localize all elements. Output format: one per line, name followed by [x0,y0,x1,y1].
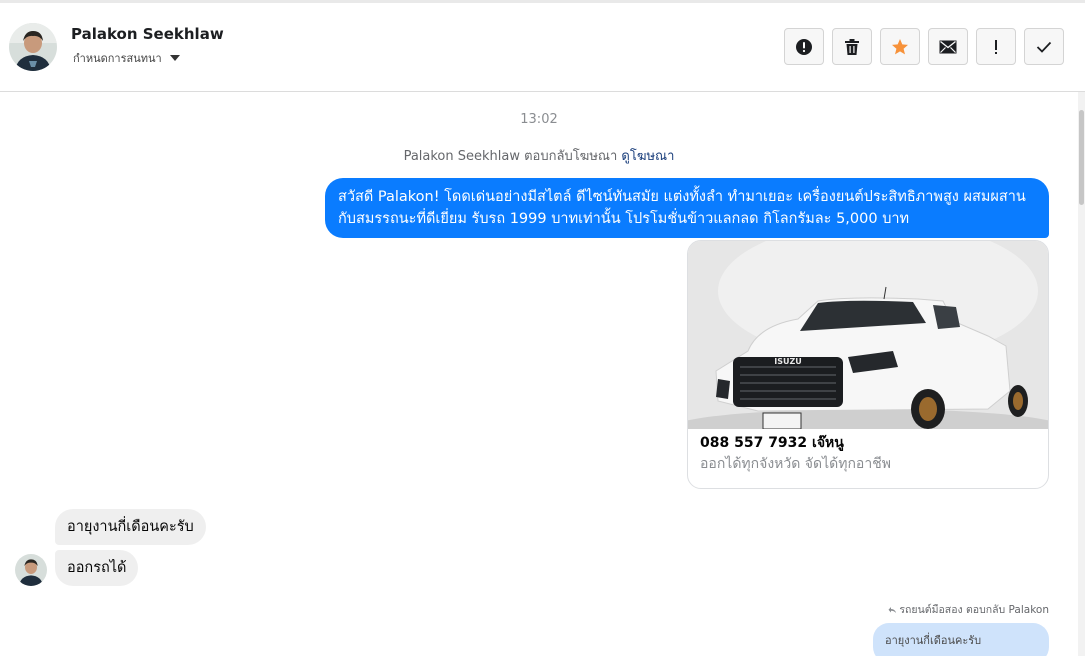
star-icon [892,38,908,54]
alert-circle-icon [796,38,812,55]
assign-conversation-dropdown[interactable]: กำหนดการสนทนา [73,49,180,67]
reply-arrow-icon [888,606,897,613]
quoted-reply: อายุงานกี่เดือนคะรับ [873,623,1049,656]
ad-reply-text: Palakon Seekhlaw ตอบกลับโฆษณา [403,149,618,164]
incoming-message: ออกรถได้ [55,550,139,586]
ad-card[interactable]: ISUZU 088 557 7932 เจ๊หนู ออกได้ทุกจังหว… [687,240,1049,489]
envelope-icon [939,40,957,53]
ad-reply-notice: Palakon Seekhlaw ตอบกลับโฆษณา ดูโฆษณา [0,145,1078,166]
assign-label: กำหนดการสนทนา [73,52,162,65]
ad-image-pickup-truck: ISUZU [688,241,1048,449]
view-ad-link[interactable]: ดูโฆษณา [621,149,674,164]
checkmark-icon [1036,41,1052,53]
action-toolbar [784,28,1064,65]
reply-note-text: รถยนต์มือสอง ตอบกลับ Palakon [899,604,1049,616]
outgoing-message: สวัสดี Palakon! โดดเด่นอย่างมีสไตล์ ดีไซ… [325,178,1049,238]
report-spam-button[interactable] [784,28,824,65]
scrollbar-thumb[interactable] [1079,110,1084,205]
avatar[interactable] [9,23,57,71]
conversation-header: Palakon Seekhlaw กำหนดการสนทนา [0,3,1085,92]
sender-avatar[interactable] [15,554,47,586]
follow-up-button[interactable] [976,28,1016,65]
star-button[interactable] [880,28,920,65]
mark-done-button[interactable] [1024,28,1064,65]
delete-button[interactable] [832,28,872,65]
incoming-message: อายุงานกี่เดือนคะรับ [55,509,206,545]
reply-context-note: รถยนต์มือสอง ตอบกลับ Palakon [888,601,1049,618]
message-timestamp: 13:02 [520,112,558,127]
ad-subtitle: ออกได้ทุกจังหวัด จัดได้ทุกอาชีพ [700,456,891,472]
contact-name: Palakon Seekhlaw [71,25,224,43]
caret-down-icon [169,55,180,61]
message-thread: 13:02 Palakon Seekhlaw ตอบกลับโฆษณา ดูโฆ… [0,92,1078,656]
isuzu-logo: ISUZU [774,357,802,366]
chat-scrollbar[interactable] [1078,92,1085,656]
exclamation-icon [995,39,997,54]
ad-title: 088 557 7932 เจ๊หนู [700,435,844,451]
mark-unread-button[interactable] [928,28,968,65]
trash-icon [845,38,859,55]
